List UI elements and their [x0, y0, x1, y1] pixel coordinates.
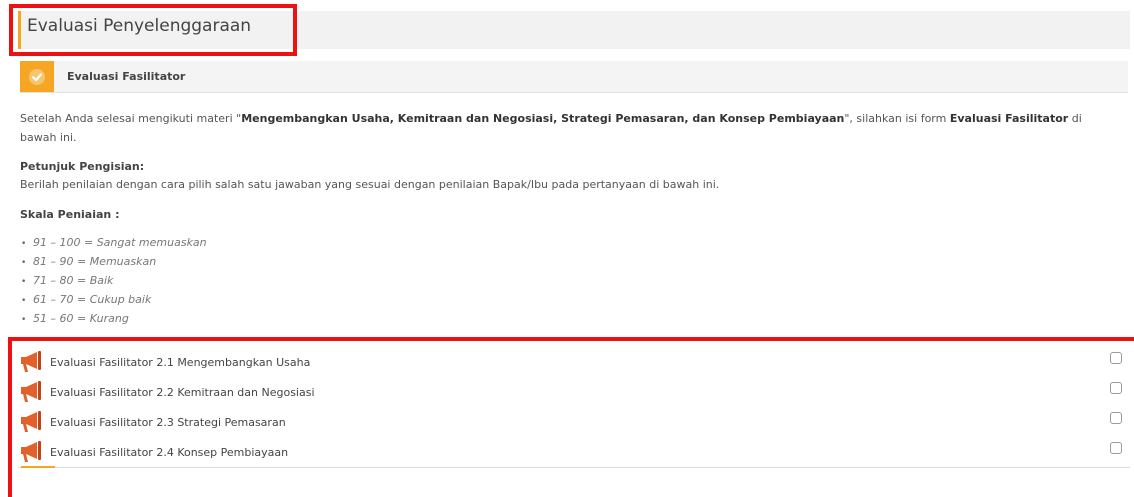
scale-item: 71 – 80 = Baik	[33, 274, 114, 287]
scale-item: 61 – 70 = Cukup baik	[33, 293, 152, 306]
intro-prefix: Setelah Anda selesai mengikuti materi "	[20, 112, 242, 125]
intro-text: Setelah Anda selesai mengikuti materi "M…	[20, 112, 1082, 125]
megaphone-icon	[21, 411, 41, 432]
activity-link[interactable]: Evaluasi Fasilitator 2.4 Konsep Pembiaya…	[50, 446, 288, 459]
intro-materi: Mengembangkan Usaha, Kemitraan dan Negos…	[241, 112, 845, 125]
petunjuk-text: Berilah penilaian dengan cara pilih sala…	[20, 178, 720, 191]
activity-row-2-1[interactable]: Evaluasi Fasilitator 2.1 Mengembangkan U…	[20, 350, 1128, 374]
intro-middle: ", silahkan isi form	[844, 112, 950, 125]
bullet-icon: •	[21, 258, 27, 268]
bullet-icon: •	[21, 296, 27, 306]
bullet-icon: •	[21, 277, 27, 287]
accent-dash	[21, 466, 55, 468]
scale-item: 51 – 60 = Kurang	[33, 312, 129, 325]
megaphone-icon	[21, 381, 41, 402]
activity-row-2-3[interactable]: Evaluasi Fasilitator 2.3 Strategi Pemasa…	[20, 410, 1128, 434]
checkbox-icon[interactable]	[1110, 412, 1122, 424]
megaphone-icon	[21, 441, 41, 462]
activity-row-2-2[interactable]: Evaluasi Fasilitator 2.2 Kemitraan dan N…	[20, 380, 1128, 404]
intro-suffix: di	[1068, 112, 1082, 125]
activity-link[interactable]: Evaluasi Fasilitator 2.3 Strategi Pemasa…	[50, 416, 286, 429]
checkbox-icon[interactable]	[1110, 442, 1122, 454]
checkbox-icon[interactable]	[1110, 352, 1122, 364]
completed-badge	[20, 61, 54, 92]
intro-text-line2: bawah ini.	[20, 131, 77, 144]
section-title: Evaluasi Penyelenggaraan	[27, 16, 252, 36]
check-icon	[29, 69, 45, 85]
megaphone-icon	[21, 351, 41, 372]
checkbox-icon[interactable]	[1110, 382, 1122, 394]
list-divider	[18, 467, 1130, 468]
scale-item: 81 – 90 = Memuaskan	[33, 255, 157, 268]
intro-form-name: Evaluasi Fasilitator	[949, 112, 1069, 125]
activity-link[interactable]: Evaluasi Fasilitator 2.2 Kemitraan dan N…	[50, 386, 315, 399]
activity-row-2-4[interactable]: Evaluasi Fasilitator 2.4 Konsep Pembiaya…	[20, 440, 1128, 464]
activity-link[interactable]: Evaluasi Fasilitator 2.1 Mengembangkan U…	[50, 356, 310, 369]
bullet-icon: •	[21, 315, 27, 325]
skala-label: Skala Peniaian :	[20, 208, 120, 221]
activity-title[interactable]: Evaluasi Fasilitator	[67, 70, 185, 83]
bullet-icon: •	[21, 239, 27, 249]
scale-item: 91 – 100 = Sangat memuaskan	[33, 236, 207, 249]
petunjuk-label: Petunjuk Pengisian:	[20, 160, 145, 173]
activity-header[interactable]	[20, 61, 1128, 93]
